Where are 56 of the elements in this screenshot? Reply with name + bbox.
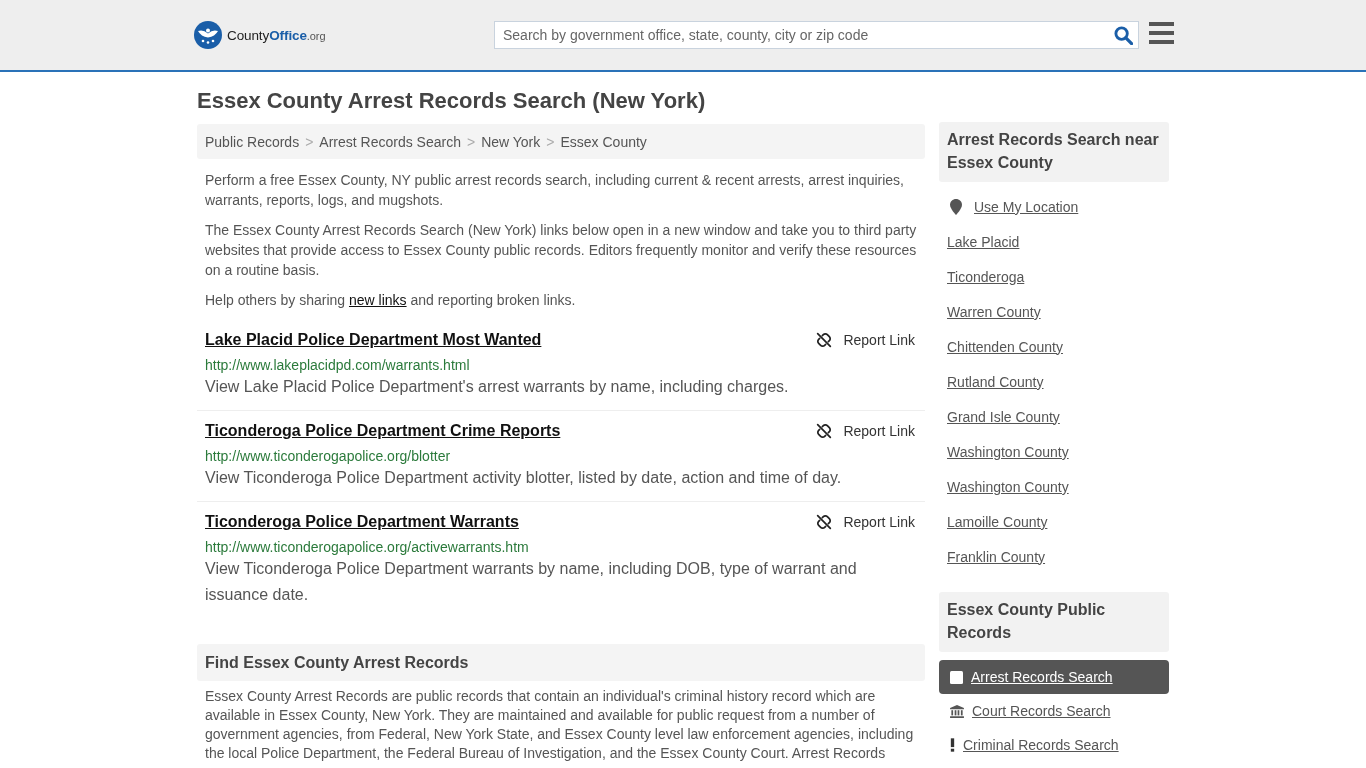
intro-paragraph: The Essex County Arrest Records Search (New York) links below open in a new window and take you to third party websites that provide access to Essex County public records. Editors frequently monitor and verify these resources on a routine basis. — [204, 221, 918, 280]
nearby-link[interactable]: Franklin County — [947, 548, 1046, 565]
nearby-link[interactable]: Chittenden County — [947, 338, 1063, 355]
winged-emblem-logo-icon — [194, 21, 222, 49]
nearby-link[interactable]: Lake Placid — [947, 233, 1020, 250]
nearby-link[interactable]: Washington County — [947, 443, 1069, 460]
resource-description: View Ticonderoga Police Department activity blotter, listed by date, action and time of day. — [205, 468, 843, 488]
broken-link-icon — [816, 423, 833, 439]
breadcrumb-link[interactable]: Arrest Records Search — [319, 133, 461, 150]
section-paragraph: Essex County Arrest Records are public records that contain an individual's criminal history record which are available in Essex County, New York. They are maintained and available for public request from a number of government agencies, from Federal, New York State, and Essex County level law enforcement agencies, including the local Police Department, the Federal Bureau of Investigation, and the Essex County Court. Arrest Records — [204, 687, 915, 763]
report-link-button[interactable]: Report Link — [816, 514, 915, 530]
help-text: Help others by sharing new links and reporting broken links. — [204, 291, 577, 310]
nearby-link[interactable]: Washington County — [947, 478, 1069, 495]
exclamation-icon — [950, 738, 955, 752]
sidebar-heading: Arrest Records Search near Essex County — [939, 122, 1169, 182]
breadcrumb-link[interactable]: New York — [481, 133, 541, 150]
breadcrumb-link[interactable]: Essex County — [560, 133, 647, 150]
intro-paragraph: Perform a free Essex County, NY public arrest records search, including current & recent arrests, arrest inquiries, warrants, reports, logs, and mugshots. — [204, 171, 905, 210]
use-location-link[interactable]: Use My Location — [974, 198, 1079, 215]
sidebar-nav-item[interactable]: Arrest Records Search — [939, 660, 1169, 694]
new-links-link[interactable]: new links — [348, 292, 407, 308]
courthouse-icon — [950, 704, 964, 718]
resource-link-title[interactable]: Lake Placid Police Department Most Wanted — [205, 330, 542, 350]
sidebar-nav-item[interactable]: Criminal Records Search — [939, 728, 1169, 762]
search-field[interactable]: Search by government office, state, county, city or zip code — [494, 21, 1139, 49]
square-icon — [950, 670, 963, 684]
resource-description: View Ticonderoga Police Department warrants by name, including DOB, type of warrant and issuance date. — [205, 559, 858, 605]
menu-icon — [1149, 22, 1174, 44]
sidebar-nav-item[interactable]: Court Records Search — [939, 694, 1169, 728]
section-heading: Find Essex County Arrest Records — [197, 644, 925, 681]
search-button[interactable] — [1113, 25, 1133, 45]
breadcrumb-link[interactable]: Public Records — [205, 133, 300, 150]
sidebar-heading: Essex County Public Records — [939, 592, 1169, 652]
resource-url: http://www.ticonderogapolice.org/activewarrants.htm — [205, 538, 530, 556]
breadcrumb-separator: > — [466, 133, 476, 150]
resource-description: View Lake Placid Police Department's arrest warrants by name, including charges. — [205, 377, 790, 397]
page-title: Essex County Arrest Records Search (New York) — [197, 88, 707, 114]
report-link-button[interactable]: Report Link — [816, 332, 915, 348]
broken-link-icon — [816, 514, 833, 530]
broken-link-icon — [816, 332, 833, 348]
resource-url: http://www.ticonderogapolice.org/blotter — [205, 447, 452, 465]
nearby-link[interactable]: Lamoille County — [947, 513, 1048, 530]
nearby-link[interactable]: Grand Isle County — [947, 408, 1060, 425]
search-icon — [1113, 25, 1133, 45]
site-logo-text[interactable]: CountyOffice.org — [227, 27, 326, 43]
menu-button[interactable] — [1149, 22, 1174, 44]
resource-url: http://www.lakeplacidpd.com/warrants.html — [205, 356, 471, 374]
breadcrumb-separator: > — [546, 133, 555, 150]
resource-link-title[interactable]: Ticonderoga Police Department Warrants — [205, 512, 519, 532]
resource-link-title[interactable]: Ticonderoga Police Department Crime Reports — [205, 421, 561, 441]
nearby-link[interactable]: Rutland County — [947, 373, 1044, 390]
breadcrumb-separator: > — [305, 133, 314, 150]
location-pin-icon — [950, 198, 962, 215]
report-link-button[interactable]: Report Link — [816, 423, 915, 439]
nearby-link[interactable]: Ticonderoga — [947, 268, 1025, 285]
nearby-link[interactable]: Warren County — [947, 303, 1041, 320]
